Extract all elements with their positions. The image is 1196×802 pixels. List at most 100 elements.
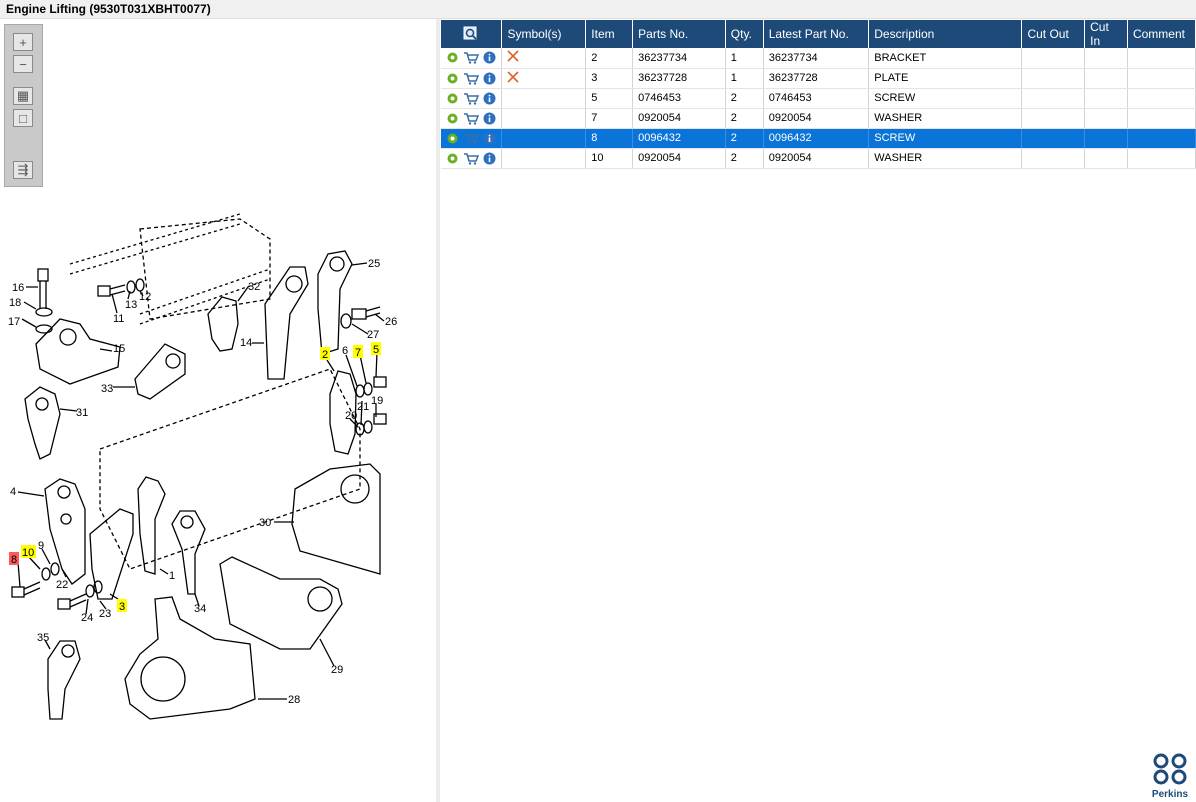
cell-description: BRACKET	[868, 48, 1023, 69]
info-icon[interactable]	[483, 51, 496, 64]
callout-13[interactable]: 13	[125, 299, 137, 311]
callout-7[interactable]: 7	[355, 347, 361, 359]
cart-icon[interactable]	[463, 92, 479, 105]
cell-latest-part-no: 36237728	[763, 68, 870, 89]
column-header-cut-in[interactable]: Cut In	[1084, 20, 1128, 48]
cart-icon[interactable]	[463, 112, 479, 125]
callout-18[interactable]: 18	[9, 297, 21, 309]
info-icon[interactable]	[483, 72, 496, 85]
callout-24[interactable]: 24	[81, 612, 93, 624]
callout-15[interactable]: 15	[113, 343, 125, 355]
zoom-out-icon[interactable]: −	[13, 55, 33, 73]
info-icon[interactable]	[483, 92, 496, 105]
info-icon[interactable]	[483, 152, 496, 165]
column-header-search[interactable]	[441, 20, 503, 48]
callout-6[interactable]: 6	[342, 345, 348, 357]
gear-icon[interactable]	[446, 132, 459, 145]
info-icon[interactable]	[483, 112, 496, 125]
callout-19[interactable]: 19	[371, 395, 383, 407]
cart-icon[interactable]	[463, 132, 479, 145]
callout-22[interactable]: 22	[56, 579, 68, 591]
cell-qty: 2	[725, 128, 764, 149]
cell-comment	[1127, 68, 1196, 89]
cell-description: WASHER	[868, 108, 1023, 129]
fit-all-icon[interactable]: ▦	[13, 87, 33, 105]
table-row[interactable]: 8 0096432 2 0096432 SCREW	[441, 128, 1196, 149]
table-row[interactable]: 7 0920054 2 0920054 WASHER	[441, 108, 1196, 129]
cell-cut-in	[1084, 108, 1128, 129]
callout-5[interactable]: 5	[373, 344, 379, 356]
callout-10[interactable]: 10	[22, 547, 34, 559]
table-row[interactable]: 10 0920054 2 0920054 WASHER	[441, 148, 1196, 169]
info-icon[interactable]	[483, 132, 496, 145]
callout-25[interactable]: 25	[368, 258, 380, 270]
callout-17[interactable]: 17	[8, 316, 20, 328]
callout-12[interactable]: 12	[139, 291, 151, 303]
cell-cut-out	[1021, 68, 1086, 89]
drawing-pane[interactable]: + − ▦ □ ⇶ 16 18 17 11 13 12 15 31 33 32 …	[0, 19, 436, 802]
table-row[interactable]: 5 0746453 2 0746453 SCREW	[441, 88, 1196, 109]
cart-icon[interactable]	[463, 51, 479, 64]
gear-icon[interactable]	[446, 51, 459, 64]
zoom-in-icon[interactable]: +	[13, 33, 33, 51]
cell-item: 10	[585, 148, 634, 169]
callout-34[interactable]: 34	[194, 603, 206, 615]
callout-35[interactable]: 35	[37, 632, 49, 644]
exploded-parts-diagram[interactable]: 16 18 17 11 13 12 15 31 33 32 14 25 26 2…	[0, 189, 436, 749]
gear-icon[interactable]	[446, 152, 459, 165]
gear-icon[interactable]	[446, 72, 459, 85]
callout-11[interactable]: 11	[113, 313, 124, 325]
callout-16[interactable]: 16	[12, 282, 24, 294]
column-header-comment[interactable]: Comment	[1127, 20, 1196, 48]
callout-29[interactable]: 29	[331, 664, 343, 676]
callout-4[interactable]: 4	[10, 486, 16, 498]
column-header-parts-no[interactable]: Parts No.	[632, 20, 726, 48]
callout-2[interactable]: 2	[322, 349, 328, 361]
table-row[interactable]: 3 36237728 1 36237728 PLATE	[441, 68, 1196, 89]
cart-icon[interactable]	[463, 152, 479, 165]
export-icon[interactable]: ⇶	[13, 161, 33, 179]
perkins-logo: Perkins	[1150, 752, 1190, 800]
cell-symbol	[501, 128, 587, 149]
cell-comment	[1127, 128, 1196, 149]
cell-latest-part-no: 0920054	[763, 148, 870, 169]
gear-icon[interactable]	[446, 112, 459, 125]
callout-28[interactable]: 28	[288, 694, 300, 706]
callout-3[interactable]: 3	[119, 601, 125, 613]
fit-window-icon[interactable]: □	[13, 109, 33, 127]
callout-32[interactable]: 32	[248, 281, 260, 293]
callout-21[interactable]: 21	[357, 401, 369, 413]
cell-latest-part-no: 0096432	[763, 128, 870, 149]
callout-30[interactable]: 30	[259, 517, 271, 529]
callout-23[interactable]: 23	[99, 608, 111, 620]
cell-cut-in	[1084, 148, 1128, 169]
column-header-symbols[interactable]: Symbol(s)	[501, 20, 587, 48]
callout-9[interactable]: 9	[38, 540, 44, 552]
column-header-cut-out[interactable]: Cut Out	[1021, 20, 1086, 48]
row-actions	[441, 108, 503, 129]
row-actions	[441, 48, 503, 69]
search-doc-icon[interactable]	[463, 26, 479, 40]
callout-14[interactable]: 14	[240, 337, 252, 349]
callout-33[interactable]: 33	[101, 383, 113, 395]
cell-latest-part-no: 36237734	[763, 48, 870, 69]
column-header-qty[interactable]: Qty.	[725, 20, 764, 48]
brand-name: Perkins	[1151, 789, 1189, 800]
cell-cut-out	[1021, 148, 1086, 169]
callout-20[interactable]: 20	[345, 410, 357, 422]
cell-symbol	[501, 108, 587, 129]
cell-symbol	[501, 68, 587, 89]
table-row[interactable]: 2 36237734 1 36237734 BRACKET	[441, 48, 1196, 69]
gear-icon[interactable]	[446, 92, 459, 105]
cell-comment	[1127, 148, 1196, 169]
callout-8[interactable]: 8	[11, 554, 17, 566]
column-header-description[interactable]: Description	[868, 20, 1023, 48]
column-header-latest-part-no[interactable]: Latest Part No.	[763, 20, 870, 48]
cart-icon[interactable]	[463, 72, 479, 85]
callout-26[interactable]: 26	[385, 316, 397, 328]
callout-1[interactable]: 1	[169, 570, 175, 582]
cell-qty: 1	[725, 68, 764, 89]
callout-27[interactable]: 27	[367, 329, 379, 341]
callout-31[interactable]: 31	[76, 407, 88, 419]
column-header-item[interactable]: Item	[585, 20, 634, 48]
